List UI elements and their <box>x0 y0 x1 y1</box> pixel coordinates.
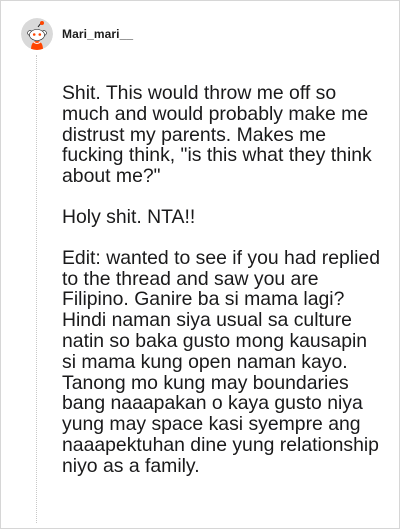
comment-card: Mari_mari__ Shit. This would throw me of… <box>0 0 400 529</box>
comment-paragraph: Holy shit. NTA!! <box>62 205 196 228</box>
comment-paragraph: Shit. This would throw me off so much an… <box>62 82 372 188</box>
username[interactable]: Mari_mari__ <box>62 27 133 41</box>
thread-line[interactable] <box>36 55 37 523</box>
comment-body: Shit. This would throw me off so much an… <box>62 83 382 497</box>
comment-header: Mari_mari__ <box>21 17 133 51</box>
reddit-snoo-avatar-icon[interactable] <box>21 18 53 50</box>
comment-paragraph: Edit: wanted to see if you had replied t… <box>62 246 380 477</box>
